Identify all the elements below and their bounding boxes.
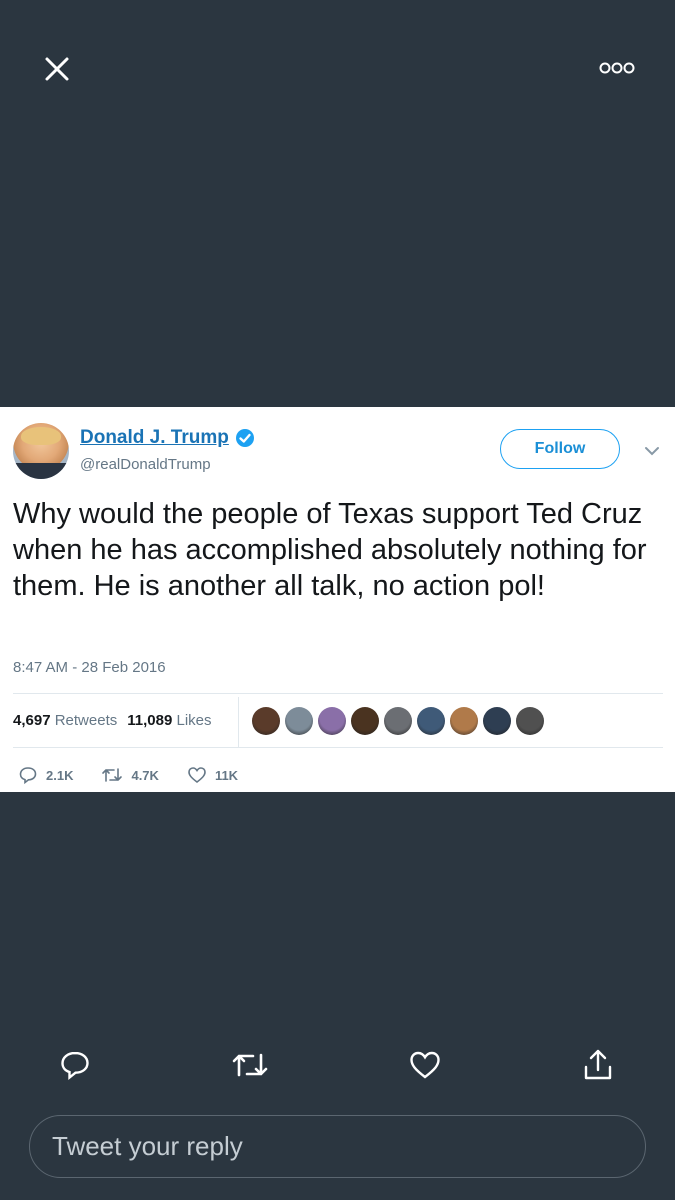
retweet-icon (102, 768, 123, 782)
reply-placeholder: Tweet your reply (52, 1131, 243, 1161)
likes-label: Likes (176, 712, 212, 729)
tweet-actions: 2.1K 4.7K 11K (18, 765, 266, 785)
close-button[interactable] (40, 52, 74, 86)
verified-icon (235, 429, 254, 447)
reply-icon (61, 1051, 89, 1080)
heart-icon (410, 1051, 440, 1079)
retweet-count: 4.7K (131, 767, 159, 783)
divider (13, 693, 663, 694)
follow-button: Follow (500, 429, 620, 469)
more-icon (599, 62, 635, 74)
liker-avatar (450, 707, 478, 735)
avatar (13, 423, 69, 479)
reply-icon (19, 767, 37, 785)
liker-avatar (318, 707, 346, 735)
top-bar (0, 0, 675, 140)
divider (13, 747, 663, 748)
chevron-down-icon (645, 447, 659, 456)
engagement-stats: 4,697 Retweets 11,089 Likes (13, 712, 212, 729)
liker-avatar (285, 707, 313, 735)
more-options-button[interactable] (596, 58, 638, 78)
bottom-action-bar (0, 1040, 675, 1090)
liker-avatar (384, 707, 412, 735)
retweets-label: Retweets (54, 712, 118, 729)
liker-avatar (516, 707, 544, 735)
stats-divider (238, 697, 239, 747)
likes-count: 11,089 (127, 712, 173, 729)
liker-avatar (417, 707, 445, 735)
tweet-text: Why would the people of Texas support Te… (13, 498, 647, 602)
like-button[interactable] (400, 1040, 450, 1090)
reply-button[interactable] (50, 1040, 100, 1090)
user-handle: @realDonaldTrump (80, 456, 211, 473)
name-row: Donald J. Trump (80, 425, 255, 451)
heart-icon (188, 767, 206, 784)
liker-avatar (252, 707, 280, 735)
liker-avatar (351, 707, 379, 735)
tweet-like-action: 11K (187, 765, 238, 785)
retweets-stat: 4,697 Retweets (13, 712, 117, 729)
share-icon (584, 1049, 612, 1080)
retweets-count: 4,697 (13, 712, 51, 729)
like-count: 11K (214, 767, 239, 783)
timestamp: 8:47 AM - 28 Feb 2016 (13, 659, 166, 676)
tweet-retweet-action: 4.7K (101, 765, 159, 785)
retweet-icon (232, 1053, 268, 1077)
close-icon (45, 57, 69, 81)
reply-input[interactable]: Tweet your reply (29, 1115, 646, 1178)
reply-count: 2.1K (46, 767, 74, 783)
retweet-button[interactable] (225, 1040, 275, 1090)
liker-avatar (483, 707, 511, 735)
tweet-reply-action: 2.1K (18, 765, 73, 785)
display-name: Donald J. Trump (80, 427, 229, 448)
share-button[interactable] (573, 1040, 623, 1090)
likes-stat: 11,089 Likes (127, 712, 211, 729)
liker-avatars (252, 707, 549, 735)
